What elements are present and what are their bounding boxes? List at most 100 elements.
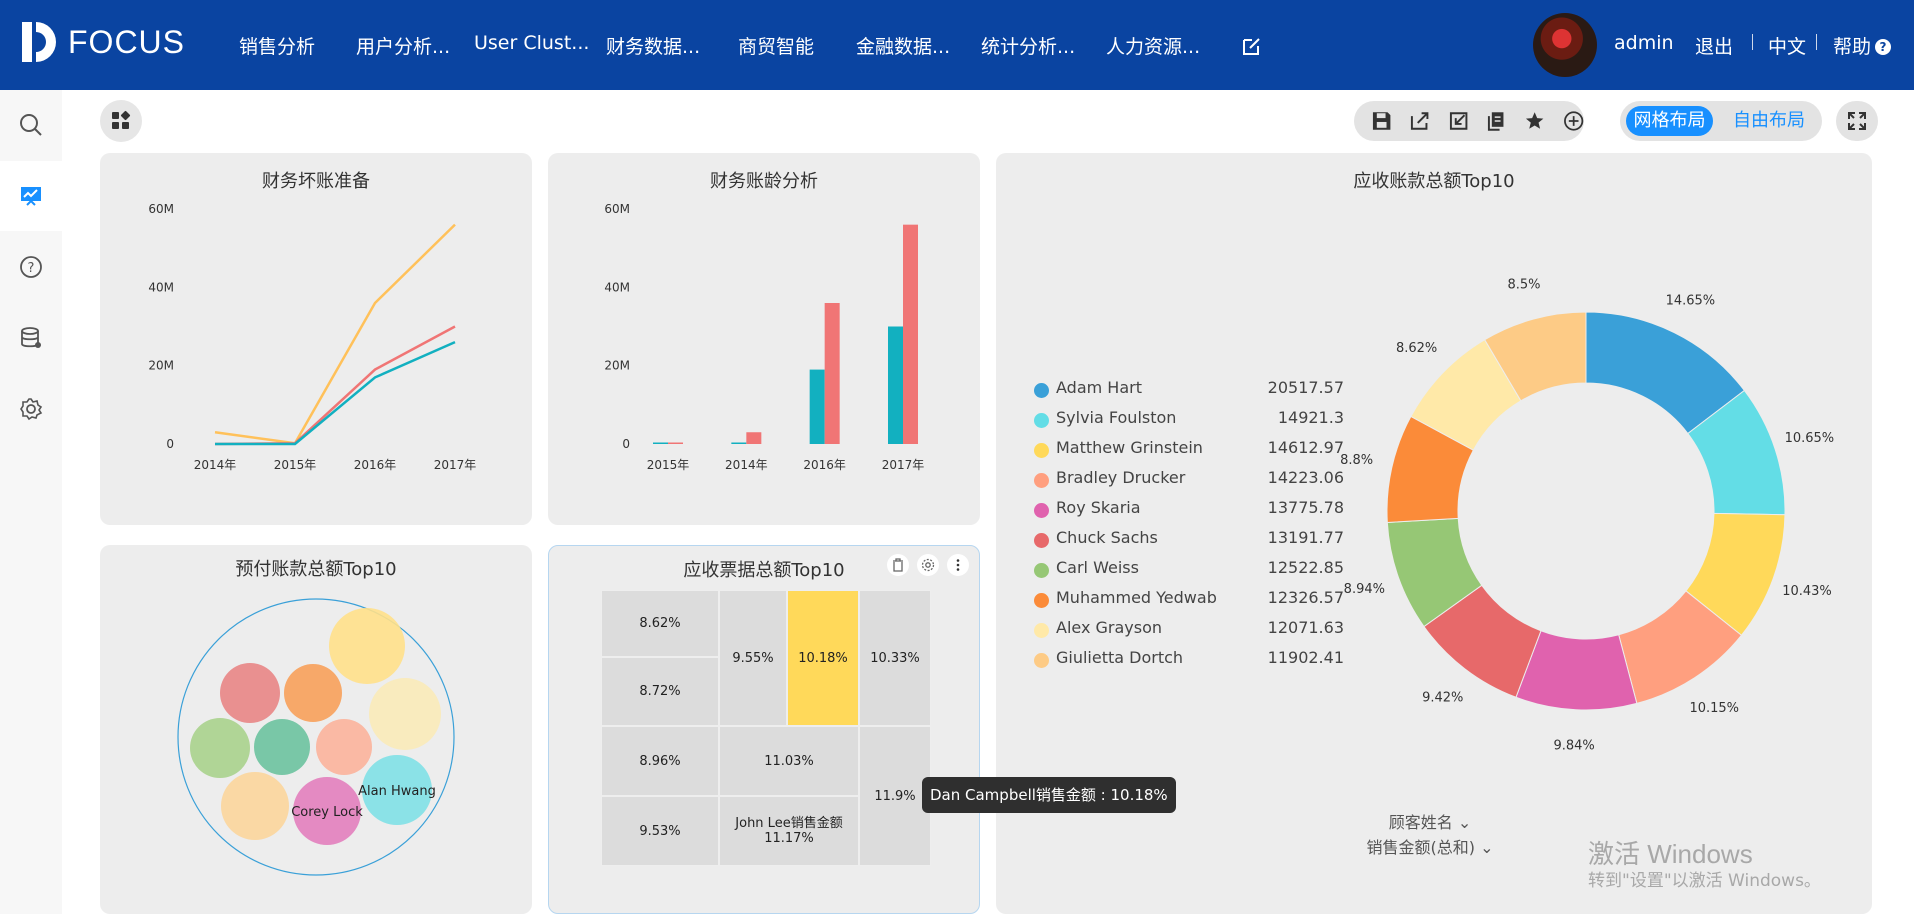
x-tick-label: 2017年 (882, 458, 925, 472)
sidebar-data[interactable] (0, 303, 62, 373)
sidebar-help[interactable]: ? (0, 232, 62, 302)
nav-item-finance[interactable]: 财务数据... (606, 32, 700, 59)
more-button[interactable] (947, 554, 969, 576)
donut-legend: Adam Hart 20517.57 Sylvia Foulston 14921.3 M… (1034, 378, 1344, 678)
treemap-cell[interactable]: 10.18% (787, 590, 859, 726)
treemap-cell-label: 9.55% (732, 650, 774, 666)
logout-link[interactable]: 退出 (1695, 32, 1733, 59)
series-line-2 (214, 325, 456, 446)
legend-item[interactable]: Matthew Grinstein 14612.97 (1034, 438, 1344, 468)
grid-layout-button[interactable]: 网格布局 (1626, 106, 1713, 136)
treemap-cell[interactable]: 10.33% (859, 590, 931, 726)
username[interactable]: admin (1614, 32, 1674, 54)
legend-name: Alex Grayson (1056, 618, 1163, 637)
legend-value: 14223.06 (1267, 468, 1344, 487)
copy-icon[interactable] (1486, 110, 1507, 132)
legend-item[interactable]: Muhammed Yedwab 12326.57 (1034, 588, 1344, 618)
treemap-cell[interactable]: 11.03% (719, 726, 859, 796)
treemap-cell-label: 10.18% (798, 650, 848, 666)
legend-name: Roy Skaria (1056, 498, 1141, 517)
delete-button[interactable] (887, 554, 909, 576)
legend-name: Chuck Sachs (1056, 528, 1158, 547)
card-notes-receivable[interactable]: 应收票据总额Top10 8.62% 8.72% 9.55% 10.18% 10.33% 8… (548, 545, 980, 914)
legend-item[interactable]: Carl Weiss 12522.85 (1034, 558, 1344, 588)
slice-percent-label: 9.42% (1422, 690, 1463, 705)
slice-percent-label: 10.65% (1785, 431, 1835, 446)
legend-item[interactable]: Sylvia Foulston 14921.3 (1034, 408, 1344, 438)
star-icon[interactable] (1524, 110, 1545, 132)
treemap-cell[interactable]: 8.96% (601, 726, 719, 796)
bar-series-1 (888, 326, 903, 444)
edit-icon[interactable] (1240, 34, 1264, 58)
y-tick-label: 0 (166, 437, 174, 451)
legend-name: Bradley Drucker (1056, 468, 1186, 487)
treemap-cell[interactable]: 11.9% (859, 726, 931, 866)
legend-item[interactable]: Giulietta Dortch 11902.41 (1034, 648, 1344, 678)
bar-series-1 (653, 442, 668, 444)
fullscreen-button[interactable] (1836, 101, 1878, 141)
legend-swatch (1034, 563, 1049, 578)
sidebar-settings[interactable] (0, 374, 62, 444)
fullscreen-icon (1848, 112, 1866, 130)
treemap-cell[interactable]: 9.53% (601, 796, 719, 866)
legend-item[interactable]: Bradley Drucker 14223.06 (1034, 468, 1344, 498)
nav-item-trade[interactable]: 商贸智能 (738, 32, 814, 59)
legend-value: 13775.78 (1267, 498, 1344, 517)
treemap-cell[interactable]: 8.72% (601, 657, 719, 726)
legend-swatch (1034, 383, 1049, 398)
slice-percent-label: 8.5% (1507, 277, 1540, 292)
sidebar-dashboard[interactable] (0, 161, 62, 231)
language-switch[interactable]: 中文 (1768, 32, 1806, 59)
bubble (284, 664, 342, 722)
avatar[interactable] (1533, 13, 1597, 77)
legend-item[interactable]: Roy Skaria 13775.78 (1034, 498, 1344, 528)
sidebar-search[interactable] (0, 90, 62, 160)
logo-text: FOCUS (68, 23, 185, 60)
treemap-cell-label: 8.96% (639, 753, 681, 769)
legend-value: 11902.41 (1267, 648, 1344, 667)
treemap-cell[interactable]: 9.55% (719, 590, 787, 726)
legend-swatch (1034, 503, 1049, 518)
nav-item-statistics[interactable]: 统计分析... (981, 32, 1075, 59)
treemap-cell-label: John Lee销售金额 11.17% (735, 816, 843, 846)
logo-icon (22, 22, 56, 62)
x-tick-label: 2016年 (354, 458, 397, 472)
bubble (329, 608, 405, 684)
bar-series-2 (668, 442, 683, 444)
card-aging[interactable]: 财务账龄分析 0 20M 40M 60M 2015年 2014年 2016年 2017年 (548, 153, 980, 525)
share-icon[interactable] (1409, 110, 1430, 132)
nav-item-users[interactable]: 用户分析... (356, 32, 450, 59)
card-prepaid[interactable]: 预付账款总额Top10 Alan Hwang Corey Lock (100, 545, 532, 914)
treemap-cell[interactable]: John Lee销售金额 11.17% (719, 796, 859, 866)
legend-item[interactable]: Adam Hart 20517.57 (1034, 378, 1344, 408)
legend-swatch (1034, 473, 1049, 488)
treemap-cell[interactable]: 8.62% (601, 590, 719, 657)
legend-value: 14612.97 (1267, 438, 1344, 457)
divider (1816, 34, 1817, 50)
logo[interactable]: FOCUS (18, 18, 185, 66)
card-bad-debt[interactable]: 财务坏账准备 0 20M 40M 60M 2014年 2015年 2016年 2017年 (100, 153, 532, 525)
nav-item-user-cluster[interactable]: User Clust... (474, 32, 589, 54)
y-tick-label: 60M (148, 202, 174, 216)
nav-item-sales[interactable]: 销售分析 (239, 32, 315, 59)
left-sidebar: ? (0, 90, 62, 914)
legend-value: 20517.57 (1267, 378, 1344, 397)
help-link[interactable]: 帮助? (1833, 32, 1892, 59)
measure-label: 销售金额(总和) (1366, 838, 1476, 857)
export-icon[interactable] (1448, 110, 1469, 132)
dimension-selector-customer[interactable]: 顾客姓名 ⌄ (1300, 809, 1560, 833)
dashboard-toolbar (1354, 101, 1584, 141)
settings-button[interactable] (917, 554, 939, 576)
legend-item[interactable]: Chuck Sachs 13191.77 (1034, 528, 1344, 558)
add-icon[interactable] (1563, 110, 1584, 132)
nav-item-hr[interactable]: 人力资源... (1106, 32, 1200, 59)
y-tick-label: 0 (622, 437, 630, 451)
apps-button[interactable] (100, 100, 142, 142)
divider (1752, 34, 1753, 50)
save-icon[interactable] (1371, 110, 1392, 132)
dimension-selector-measure[interactable]: 销售金额(总和) ⌄ (1300, 834, 1560, 858)
legend-swatch (1034, 623, 1049, 638)
nav-item-banking[interactable]: 金融数据... (856, 32, 950, 59)
legend-item[interactable]: Alex Grayson 12071.63 (1034, 618, 1344, 648)
free-layout-button[interactable]: 自由布局 (1733, 106, 1805, 136)
